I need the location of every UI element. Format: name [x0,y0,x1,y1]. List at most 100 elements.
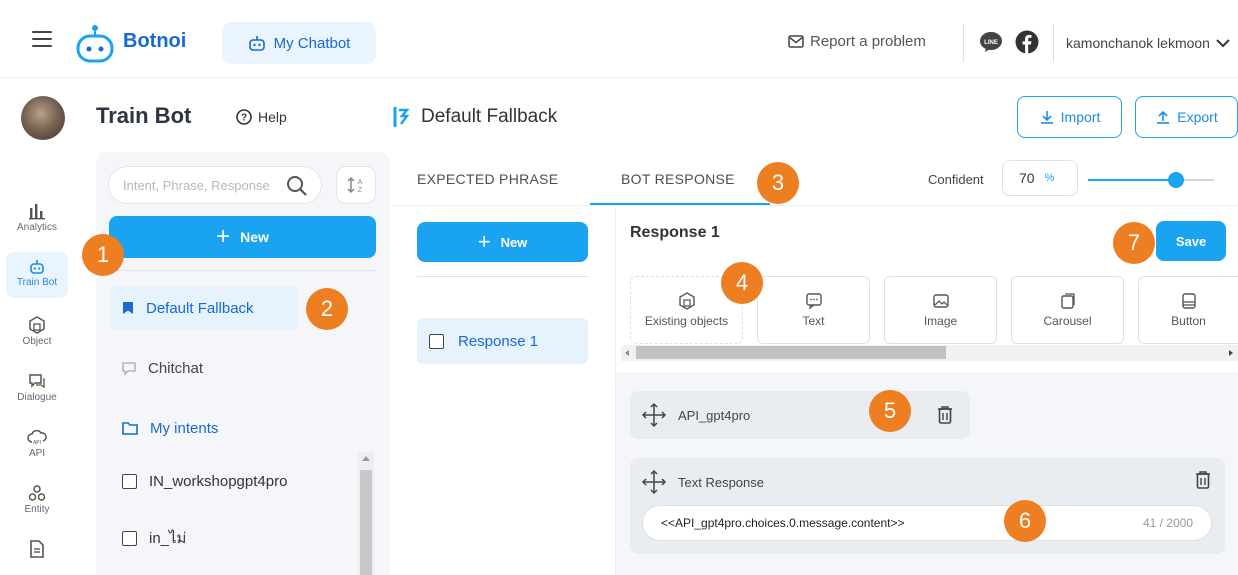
document-icon [30,540,44,558]
hamburger-menu-icon[interactable] [32,31,52,47]
my-chatbot-button[interactable]: My Chatbot [222,22,376,64]
avatar[interactable] [21,96,65,140]
rail-item-api[interactable]: API API [6,428,68,459]
api-block-label: API_gpt4pro [678,407,751,423]
new-intent-label: New [240,229,269,245]
chat-bubble-icon [29,374,45,389]
type-button[interactable]: Button [1138,276,1238,344]
import-button[interactable]: Import [1017,96,1122,138]
export-button[interactable]: Export [1135,96,1238,138]
divider [417,276,588,277]
facebook-icon[interactable] [1015,30,1039,59]
chevron-down-icon [1216,39,1230,48]
type-carousel[interactable]: Carousel [1011,276,1124,344]
new-response-button[interactable]: + New [417,222,588,262]
confident-slider-knob[interactable] [1168,172,1184,188]
report-label: Report a problem [810,33,926,50]
checkbox[interactable] [122,530,137,546]
intent-label: My intents [150,419,219,437]
robot-icon [248,36,265,51]
type-scrollbar-thumb[interactable] [636,346,946,359]
rail-label: Dialogue [17,392,57,403]
text-response-header: Text Response [640,468,764,496]
rail-item-document[interactable] [6,540,68,560]
intent-label: Chitchat [148,359,204,377]
step-marker: 2 [306,288,348,330]
trash-icon[interactable] [936,405,954,425]
response-list-label: Response 1 [458,332,539,350]
tab-bot-response[interactable]: BOT RESPONSE [621,171,735,187]
svg-text:Z: Z [358,187,363,194]
upload-icon [1157,110,1170,124]
type-text[interactable]: Text [757,276,870,344]
sort-button[interactable]: AZ [336,166,376,204]
intent-item[interactable]: in_ไม่ [110,516,310,560]
image-icon [932,294,949,308]
report-problem-link[interactable]: Report a problem [788,33,926,50]
api-block[interactable]: API_gpt4pro [630,391,970,439]
trash-icon[interactable] [1194,470,1212,490]
plus-icon: + [216,223,231,250]
help-link[interactable]: ? Help [236,109,287,125]
intent-search-input[interactable] [123,167,293,203]
user-menu[interactable]: kamonchanok lekmoon [1066,35,1230,51]
step-marker: 5 [869,390,911,432]
text-bubble-icon [805,293,822,310]
step-marker: 6 [1004,500,1046,542]
type-image[interactable]: Image [884,276,997,344]
rail-label: Analytics [16,222,57,233]
search-icon[interactable] [285,174,309,198]
svg-text:LINE: LINE [984,40,998,46]
type-label: Button [1171,314,1206,328]
text-response-label: Text Response [678,474,764,490]
bar-chart-icon [29,204,45,220]
sort-az-icon: AZ [347,176,363,194]
rail-item-train-bot[interactable]: Train Bot [6,252,68,298]
text-response-input[interactable]: <<API_gpt4pro.choices.0.message.content>… [642,505,1212,541]
save-button[interactable]: Save [1156,221,1226,261]
intent-item[interactable]: IN_workshopgpt4pro [110,459,310,503]
checkbox[interactable] [122,473,137,489]
scroll-right-icon [1229,350,1233,356]
bookmark-icon [123,302,133,314]
checkbox[interactable] [429,333,444,349]
intent-default-fallback[interactable]: Default Fallback [110,286,298,330]
rail-label: Entity [24,504,50,515]
intent-label: Default Fallback [146,299,254,317]
confident-input[interactable]: 70 % [1002,160,1078,196]
response-list-item[interactable]: Response 1 [417,318,588,364]
type-label: Existing objects [644,314,729,328]
intent-scrollbar-thumb[interactable] [360,470,372,575]
rail-label: Object [22,336,52,347]
type-label: Image [923,314,958,328]
step-marker: 3 [757,162,799,204]
rail-label: API [28,448,46,459]
username-label: kamonchanok lekmoon [1066,35,1210,51]
intent-folder-my-intents[interactable]: My intents [110,406,310,450]
help-label: Help [258,109,287,125]
rail-item-object[interactable]: Object [6,316,68,347]
intent-chitchat[interactable]: Chitchat [110,346,310,390]
rail-item-analytics[interactable]: Analytics [6,202,68,233]
robot-icon [30,260,44,274]
intent-label: in_ไม่ [149,530,187,547]
scroll-left-icon [625,350,629,356]
svg-text:API: API [33,440,41,446]
line-app-icon[interactable]: LINE [979,31,1003,58]
brand-name[interactable]: Botnoi [123,30,186,53]
step-marker: 1 [82,234,124,276]
move-icon[interactable] [640,468,668,496]
export-label: Export [1177,109,1218,125]
confident-label: Confident [928,172,984,187]
cube-icon [29,316,45,334]
response-title: Response 1 [630,224,720,241]
rail-item-entity[interactable]: Entity [6,484,68,515]
tab-expected-phrase[interactable]: EXPECTED PHRASE [417,171,558,187]
move-icon[interactable] [640,401,668,429]
step-marker: 7 [1113,222,1155,264]
divider [1053,24,1054,62]
confident-value: 70 [1019,170,1035,186]
new-intent-button[interactable]: + New [109,216,376,258]
rail-item-dialogue[interactable]: Dialogue [6,372,68,403]
download-icon [1040,111,1053,124]
